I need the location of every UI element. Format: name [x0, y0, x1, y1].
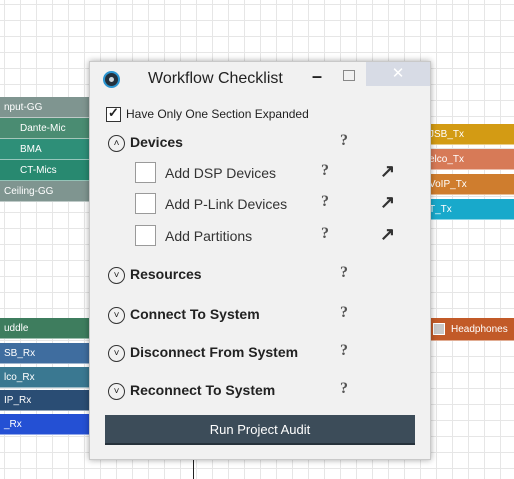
canvas-block-bt-tx[interactable]: T_Tx	[425, 199, 514, 220]
item-label: Add DSP Devices	[165, 165, 277, 181]
run-project-audit-button[interactable]: Run Project Audit	[105, 415, 415, 445]
go-to-arrow-icon[interactable]: ↗	[380, 192, 395, 213]
block-label: VoIP_Tx	[429, 179, 467, 190]
block-label: T_Tx	[429, 204, 452, 215]
title-bar[interactable]: Workflow Checklist – ✕	[90, 62, 430, 96]
canvas-block-telco-tx[interactable]: elco_Tx	[425, 149, 514, 170]
block-label: BMA	[20, 144, 42, 155]
canvas-block-ct-mics[interactable]: CT-Mics	[0, 160, 91, 181]
chevron-down-icon[interactable]: ˅	[108, 345, 125, 362]
block-label: lco_Rx	[4, 372, 35, 383]
help-icon[interactable]: ?	[321, 193, 329, 211]
block-label: elco_Tx	[429, 154, 465, 165]
help-icon[interactable]: ?	[321, 162, 329, 180]
go-to-arrow-icon[interactable]: ↗	[380, 224, 395, 245]
chevron-down-icon[interactable]: ˅	[108, 307, 125, 324]
block-label: JSB_Tx	[429, 129, 465, 140]
app-icon	[103, 71, 120, 88]
canvas-block-usb-tx[interactable]: JSB_Tx	[425, 124, 514, 145]
canvas-block-voip-rx[interactable]: IP_Rx	[0, 390, 91, 411]
help-icon[interactable]: ?	[340, 264, 348, 282]
headphones-icon	[433, 323, 445, 336]
block-label: IP_Rx	[4, 395, 32, 406]
section-label: Reconnect To System	[130, 382, 276, 398]
block-label: SB_Rx	[4, 348, 36, 359]
canvas-block-telco-rx[interactable]: lco_Rx	[0, 367, 91, 388]
section-label: Connect To System	[130, 306, 260, 322]
canvas-block-dante-mic[interactable]: Dante-Mic	[0, 118, 91, 139]
section-label: Resources	[130, 266, 202, 282]
go-to-arrow-icon[interactable]: ↗	[380, 161, 395, 182]
section-label: Disconnect From System	[130, 344, 299, 360]
workflow-checklist-window: Workflow Checklist – ✕ Have Only One Sec…	[89, 61, 431, 460]
item-checkbox[interactable]	[135, 225, 156, 246]
help-icon[interactable]: ?	[340, 132, 348, 150]
block-label: CT-Mics	[20, 165, 57, 176]
canvas-block-bma[interactable]: BMA	[0, 139, 91, 160]
block-label: nput-GG	[4, 102, 43, 113]
help-icon[interactable]: ?	[340, 304, 348, 322]
single-section-checkbox[interactable]	[106, 105, 121, 122]
canvas-block-usb-rx[interactable]: SB_Rx	[0, 343, 91, 364]
block-label: _Rx	[4, 419, 22, 430]
item-checkbox[interactable]	[135, 193, 156, 214]
block-label: uddle	[4, 323, 29, 334]
maximize-button[interactable]	[343, 70, 355, 81]
help-icon[interactable]: ?	[340, 342, 348, 360]
single-section-label: Have Only One Section Expanded	[126, 107, 309, 121]
minimize-button[interactable]: –	[312, 66, 322, 87]
canvas-block-input-gg[interactable]: nput-GG	[0, 97, 91, 118]
block-label: Headphones	[451, 324, 508, 335]
item-label: Add P-Link Devices	[165, 196, 288, 212]
help-icon[interactable]: ?	[340, 380, 348, 398]
section-label: Devices	[130, 134, 183, 150]
chevron-up-icon[interactable]: ˄	[108, 135, 125, 152]
block-label: Ceiling-GG	[4, 186, 54, 197]
chevron-down-icon[interactable]: ˅	[108, 267, 125, 284]
help-icon[interactable]: ?	[321, 225, 329, 243]
item-checkbox[interactable]	[135, 162, 156, 183]
block-label: Dante-Mic	[20, 123, 66, 134]
canvas-block-ceiling-gg[interactable]: Ceiling-GG	[0, 181, 91, 202]
window-title: Workflow Checklist	[148, 70, 283, 87]
chevron-down-icon[interactable]: ˅	[108, 383, 125, 400]
item-label: Add Partitions	[165, 228, 253, 244]
canvas-block-voip-tx[interactable]: VoIP_Tx	[425, 174, 514, 195]
canvas-block-headphones[interactable]: Headphones	[425, 318, 514, 341]
canvas-block-rx[interactable]: _Rx	[0, 414, 91, 435]
close-button[interactable]: ✕	[366, 62, 430, 86]
canvas-block-huddle[interactable]: uddle	[0, 318, 91, 339]
